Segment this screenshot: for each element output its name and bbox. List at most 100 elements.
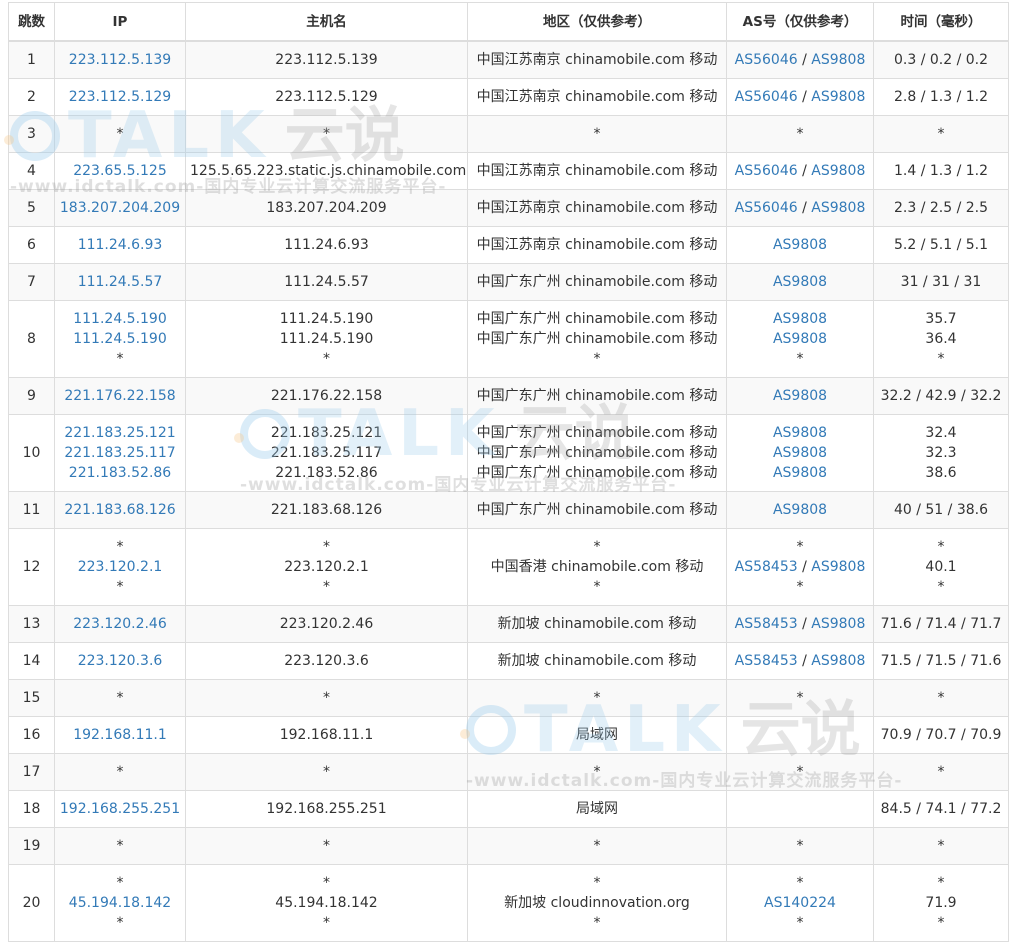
asn-link[interactable]: AS9808 xyxy=(773,388,827,404)
hostname-cell: * 223.120.2.1 * xyxy=(185,528,468,606)
region-cell: * 中国香港 chinamobile.com 移动 * xyxy=(467,528,727,606)
asn-link[interactable]: AS9808 xyxy=(773,445,827,461)
asn-link[interactable]: AS56046 xyxy=(735,163,798,179)
asn-text: * xyxy=(796,875,804,891)
hostname-text: 223.120.2.46 xyxy=(279,616,374,632)
region-cell: 中国广东广州 chinamobile.com 移动 xyxy=(467,263,727,301)
asn-link[interactable]: AS9808 xyxy=(773,237,827,253)
ip-link[interactable]: 223.112.5.129 xyxy=(59,87,181,107)
asn-cell: AS56046 / AS9808 xyxy=(726,189,874,227)
table-row: 6 111.24.6.93 111.24.6.93 中国江苏南京 chinamobil… xyxy=(8,226,1009,264)
time-text: 84.5 / 74.1 / 77.2 xyxy=(880,801,1002,817)
ip-link[interactable]: 192.168.255.251 xyxy=(59,799,181,819)
hop-number: 19 xyxy=(8,827,55,865)
asn-cell: AS58453 / AS9808 xyxy=(726,642,874,680)
table-row: 18 192.168.255.251 192.168.255.251 局域网 84.5… xyxy=(8,790,1009,828)
ip-link[interactable]: 221.183.52.86 xyxy=(59,463,181,483)
ip-cell: * xyxy=(54,679,186,717)
ip-link[interactable]: 223.120.2.46 xyxy=(59,614,181,634)
ip-link[interactable]: 221.183.68.126 xyxy=(59,500,181,520)
asn-link[interactable]: AS9808 xyxy=(811,52,865,68)
region-cell: 中国广东广州 chinamobile.com 移动 中国广东广州 chinamob… xyxy=(467,414,727,492)
hop-number: 3 xyxy=(8,115,55,153)
region-text: 新加坡 chinamobile.com 移动 xyxy=(497,616,697,632)
asn-link[interactable]: AS9808 xyxy=(811,89,865,105)
ip-cell: * 223.120.2.1 * xyxy=(54,528,186,606)
ip-link[interactable]: 183.207.204.209 xyxy=(59,198,181,218)
asn-link[interactable]: AS9808 xyxy=(773,311,827,327)
asn-link[interactable]: AS9808 xyxy=(811,616,865,632)
ip-link[interactable]: 45.194.18.142 xyxy=(59,893,181,913)
region-cell: * xyxy=(467,827,727,865)
ip-link[interactable]: 223.120.3.6 xyxy=(59,651,181,671)
asn-link[interactable]: AS9808 xyxy=(811,163,865,179)
hostname-text: * xyxy=(323,126,330,142)
asn-line: * xyxy=(731,688,869,708)
asn-link[interactable]: AS56046 xyxy=(735,89,798,105)
ip-link[interactable]: 192.168.11.1 xyxy=(59,725,181,745)
asn-link[interactable]: AS9808 xyxy=(773,502,827,518)
asn-line: * xyxy=(731,537,869,557)
ip-cell: 221.176.22.158 xyxy=(54,377,186,415)
ip-link[interactable]: 111.24.5.57 xyxy=(59,272,181,292)
ip-cell: 223.120.3.6 xyxy=(54,642,186,680)
asn-separator: / xyxy=(797,653,812,669)
hostname-cell: 111.24.5.190 111.24.5.190 * xyxy=(185,300,468,378)
ip-text: * xyxy=(116,838,124,854)
hostname-cell: 125.5.65.223.static.js.chinamobile.com xyxy=(185,152,468,190)
asn-cell: * xyxy=(726,753,874,791)
asn-link[interactable]: AS9808 xyxy=(811,200,865,216)
asn-link[interactable]: AS58453 xyxy=(735,616,798,632)
hop-number: 7 xyxy=(8,263,55,301)
table-row: 16 192.168.11.1 192.168.11.1 局域网 70.9 / 70.… xyxy=(8,716,1009,754)
asn-cell: AS58453 / AS9808 xyxy=(726,605,874,643)
header-ip: IP xyxy=(54,2,186,42)
asn-link[interactable]: AS58453 xyxy=(735,653,798,669)
asn-cell: * xyxy=(726,115,874,153)
time-text: 40.1 xyxy=(925,559,957,575)
region-text: * xyxy=(593,690,601,706)
ip-link[interactable]: 111.24.5.190 xyxy=(59,329,181,349)
hostname-cell: * xyxy=(185,827,468,865)
region-cell: 局域网 xyxy=(467,716,727,754)
header-region: 地区（仅供参考） xyxy=(467,2,727,42)
asn-link[interactable]: AS9808 xyxy=(773,425,827,441)
table-row: 11 221.183.68.126 221.183.68.126 中国广东广州 chi… xyxy=(8,491,1009,529)
asn-cell: AS9808 xyxy=(726,491,874,529)
ip-text: * xyxy=(116,690,124,706)
asn-link[interactable]: AS9808 xyxy=(773,274,827,290)
asn-link[interactable]: AS9808 xyxy=(811,559,865,575)
ip-link[interactable]: 223.112.5.139 xyxy=(59,50,181,70)
asn-link[interactable]: AS56046 xyxy=(735,200,798,216)
ip-link[interactable]: 221.183.25.121 xyxy=(59,423,181,443)
hop-number: 1 xyxy=(8,40,55,79)
asn-line: AS9808 xyxy=(731,463,869,483)
asn-link[interactable]: AS9808 xyxy=(773,331,827,347)
ip-link[interactable]: 111.24.6.93 xyxy=(59,235,181,255)
hostname-text: 221.183.25.121 xyxy=(270,425,383,441)
hostname-cell: 223.120.2.46 xyxy=(185,605,468,643)
asn-cell: * xyxy=(726,679,874,717)
ip-link[interactable]: 223.120.2.1 xyxy=(59,557,181,577)
region-text: 中国江苏南京 chinamobile.com 移动 xyxy=(476,200,718,216)
asn-link[interactable]: AS58453 xyxy=(735,559,798,575)
ip-link[interactable]: 223.65.5.125 xyxy=(59,161,181,181)
region-cell: 中国江苏南京 chinamobile.com 移动 xyxy=(467,226,727,264)
asn-text: * xyxy=(796,764,804,780)
asn-link[interactable]: AS9808 xyxy=(811,653,865,669)
ip-link[interactable]: 111.24.5.190 xyxy=(59,309,181,329)
ip-cell: * xyxy=(54,753,186,791)
time-text: 1.4 / 1.3 / 1.2 xyxy=(893,163,989,179)
hostname-cell: 223.112.5.139 xyxy=(185,40,468,79)
ip-cell: 223.120.2.46 xyxy=(54,605,186,643)
ip-text: * xyxy=(116,579,124,595)
asn-link[interactable]: AS56046 xyxy=(735,52,798,68)
region-text: 中国江苏南京 chinamobile.com 移动 xyxy=(476,52,718,68)
ip-link[interactable]: 221.183.25.117 xyxy=(59,443,181,463)
time-cell: * xyxy=(873,753,1009,791)
table-row: 5 183.207.204.209 183.207.204.209 中国江苏南京 ch… xyxy=(8,189,1009,227)
ip-link[interactable]: 221.176.22.158 xyxy=(59,386,181,406)
asn-link[interactable]: AS140224 xyxy=(764,895,836,911)
asn-link[interactable]: AS9808 xyxy=(773,465,827,481)
asn-text: * xyxy=(796,690,804,706)
